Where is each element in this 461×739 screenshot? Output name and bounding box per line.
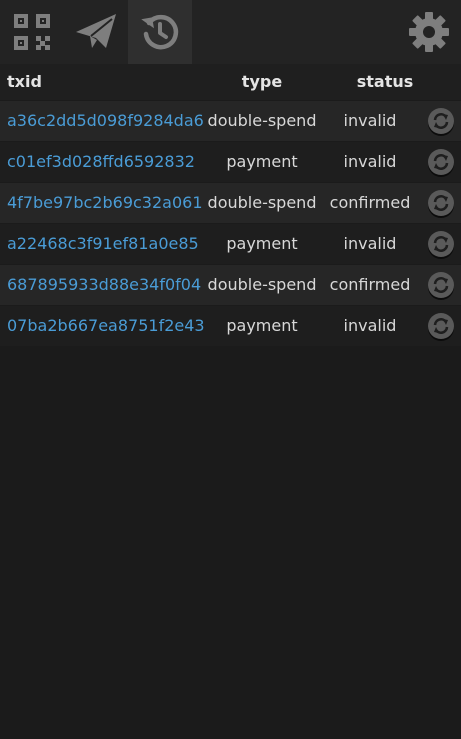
refresh-button[interactable] [428, 190, 454, 216]
status-cell: invalid [343, 234, 397, 253]
send-button[interactable] [64, 0, 128, 64]
table-row: 07ba2b667ea8751f2e43 payment invalid [0, 305, 461, 346]
refresh-button[interactable] [428, 149, 454, 175]
toolbar [0, 0, 461, 64]
refresh-icon [433, 236, 449, 252]
txid-link[interactable]: 687895933d88e34f0f04 [7, 275, 201, 294]
txid-link[interactable]: a22468c3f91ef81a0e85 [7, 234, 199, 253]
table-row: a36c2dd5d098f9284da6 double-spend invali… [0, 100, 461, 141]
send-plane-icon [76, 14, 116, 48]
refresh-icon [433, 318, 449, 334]
settings-button[interactable] [397, 0, 461, 64]
type-cell: payment [226, 152, 298, 171]
table-header: txid type status [0, 64, 461, 100]
table-row: 4f7be97bc2b69c32a061 double-spend confir… [0, 182, 461, 223]
txid-link[interactable]: 07ba2b667ea8751f2e43 [7, 316, 205, 335]
status-cell: invalid [343, 152, 397, 171]
qr-code-button[interactable] [0, 0, 64, 64]
history-button[interactable] [128, 0, 192, 64]
transactions-table: txid type status a36c2dd5d098f9284da6 do… [0, 64, 461, 346]
table-row: c01ef3d028ffd6592832 payment invalid [0, 141, 461, 182]
qr-code-icon [14, 14, 50, 50]
type-cell: double-spend [207, 111, 317, 130]
status-cell: invalid [343, 111, 397, 130]
refresh-icon [433, 113, 449, 129]
table-row: a22468c3f91ef81a0e85 payment invalid [0, 223, 461, 264]
refresh-button[interactable] [428, 108, 454, 134]
refresh-button[interactable] [428, 313, 454, 339]
refresh-button[interactable] [428, 231, 454, 257]
refresh-icon [433, 154, 449, 170]
refresh-icon [433, 195, 449, 211]
txid-link[interactable]: c01ef3d028ffd6592832 [7, 152, 195, 171]
status-cell: confirmed [329, 193, 411, 212]
type-cell: double-spend [207, 193, 317, 212]
refresh-icon [433, 277, 449, 293]
type-cell: payment [226, 234, 298, 253]
history-icon [141, 14, 179, 50]
table-row: 687895933d88e34f0f04 double-spend confir… [0, 264, 461, 305]
type-cell: payment [226, 316, 298, 335]
header-status: status [356, 72, 414, 91]
status-cell: confirmed [329, 275, 411, 294]
txid-link[interactable]: 4f7be97bc2b69c32a061 [7, 193, 203, 212]
type-cell: double-spend [207, 275, 317, 294]
refresh-button[interactable] [428, 272, 454, 298]
txid-link[interactable]: a36c2dd5d098f9284da6 [7, 111, 204, 130]
status-cell: invalid [343, 316, 397, 335]
gear-icon [409, 12, 449, 52]
